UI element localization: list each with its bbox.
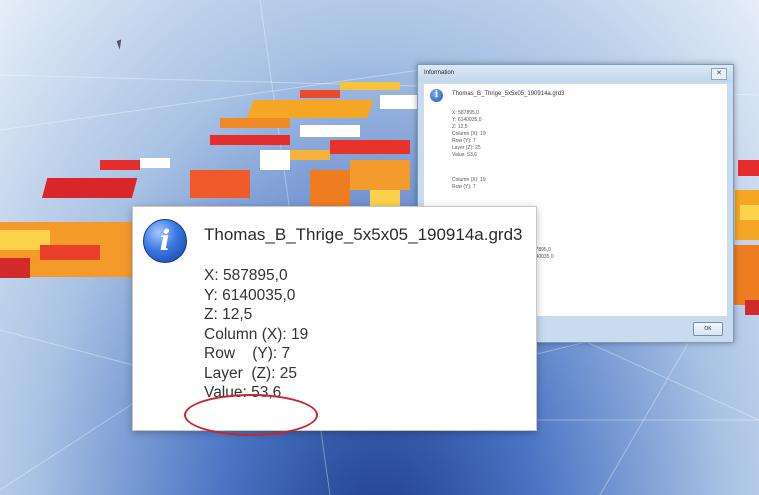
info-icon: i <box>430 89 443 102</box>
x-value: X: 587895,0 <box>204 267 288 284</box>
zoomed-filename: Thomas_B_Thrige_5x5x05_190914a.grd3 <box>204 225 523 244</box>
value-line: Layer (Z): 25 <box>452 145 481 151</box>
highlight-ellipse <box>184 394 318 436</box>
dialog-filename: Thomas_B_Thrige_5x5x05_190914a.grd3 <box>452 91 565 97</box>
zoomed-information-panel: i Thomas_B_Thrige_5x5x05_190914a.grd3 X:… <box>132 206 537 431</box>
zoomed-values: X: 587895,0 Y: 6140035,0 Z: 12,5 Column … <box>204 266 308 403</box>
close-button[interactable]: ✕ <box>711 68 727 80</box>
z-value: Z: 12,5 <box>204 306 253 323</box>
row-value: Row (Y): 7 <box>204 345 291 362</box>
value-line: Z: 12,5 <box>452 124 468 130</box>
value-line: Column (X): 19 <box>452 131 486 137</box>
value-line: Value: 53,6 <box>452 152 477 158</box>
info-icon: i <box>143 219 187 263</box>
value-line: Row (Y): 7 <box>452 184 476 190</box>
y-value: Y: 6140035,0 <box>204 286 296 304</box>
value-line: Y: 6140035,0 <box>452 117 482 123</box>
column-value: Column (X): 19 <box>204 325 309 343</box>
dialog-title: Information <box>418 65 733 82</box>
value-line: Column (X): 19 <box>452 177 486 183</box>
value-line: Row (Y): 7 <box>452 138 476 144</box>
dialog-values: X: 587895,0 Y: 6140035,0 Z: 12,5 Column … <box>452 110 486 159</box>
layer-value: Layer (Z): 25 <box>204 364 298 382</box>
ok-button[interactable]: OK <box>693 322 723 336</box>
value-line: X: 587895,0 <box>452 110 479 116</box>
